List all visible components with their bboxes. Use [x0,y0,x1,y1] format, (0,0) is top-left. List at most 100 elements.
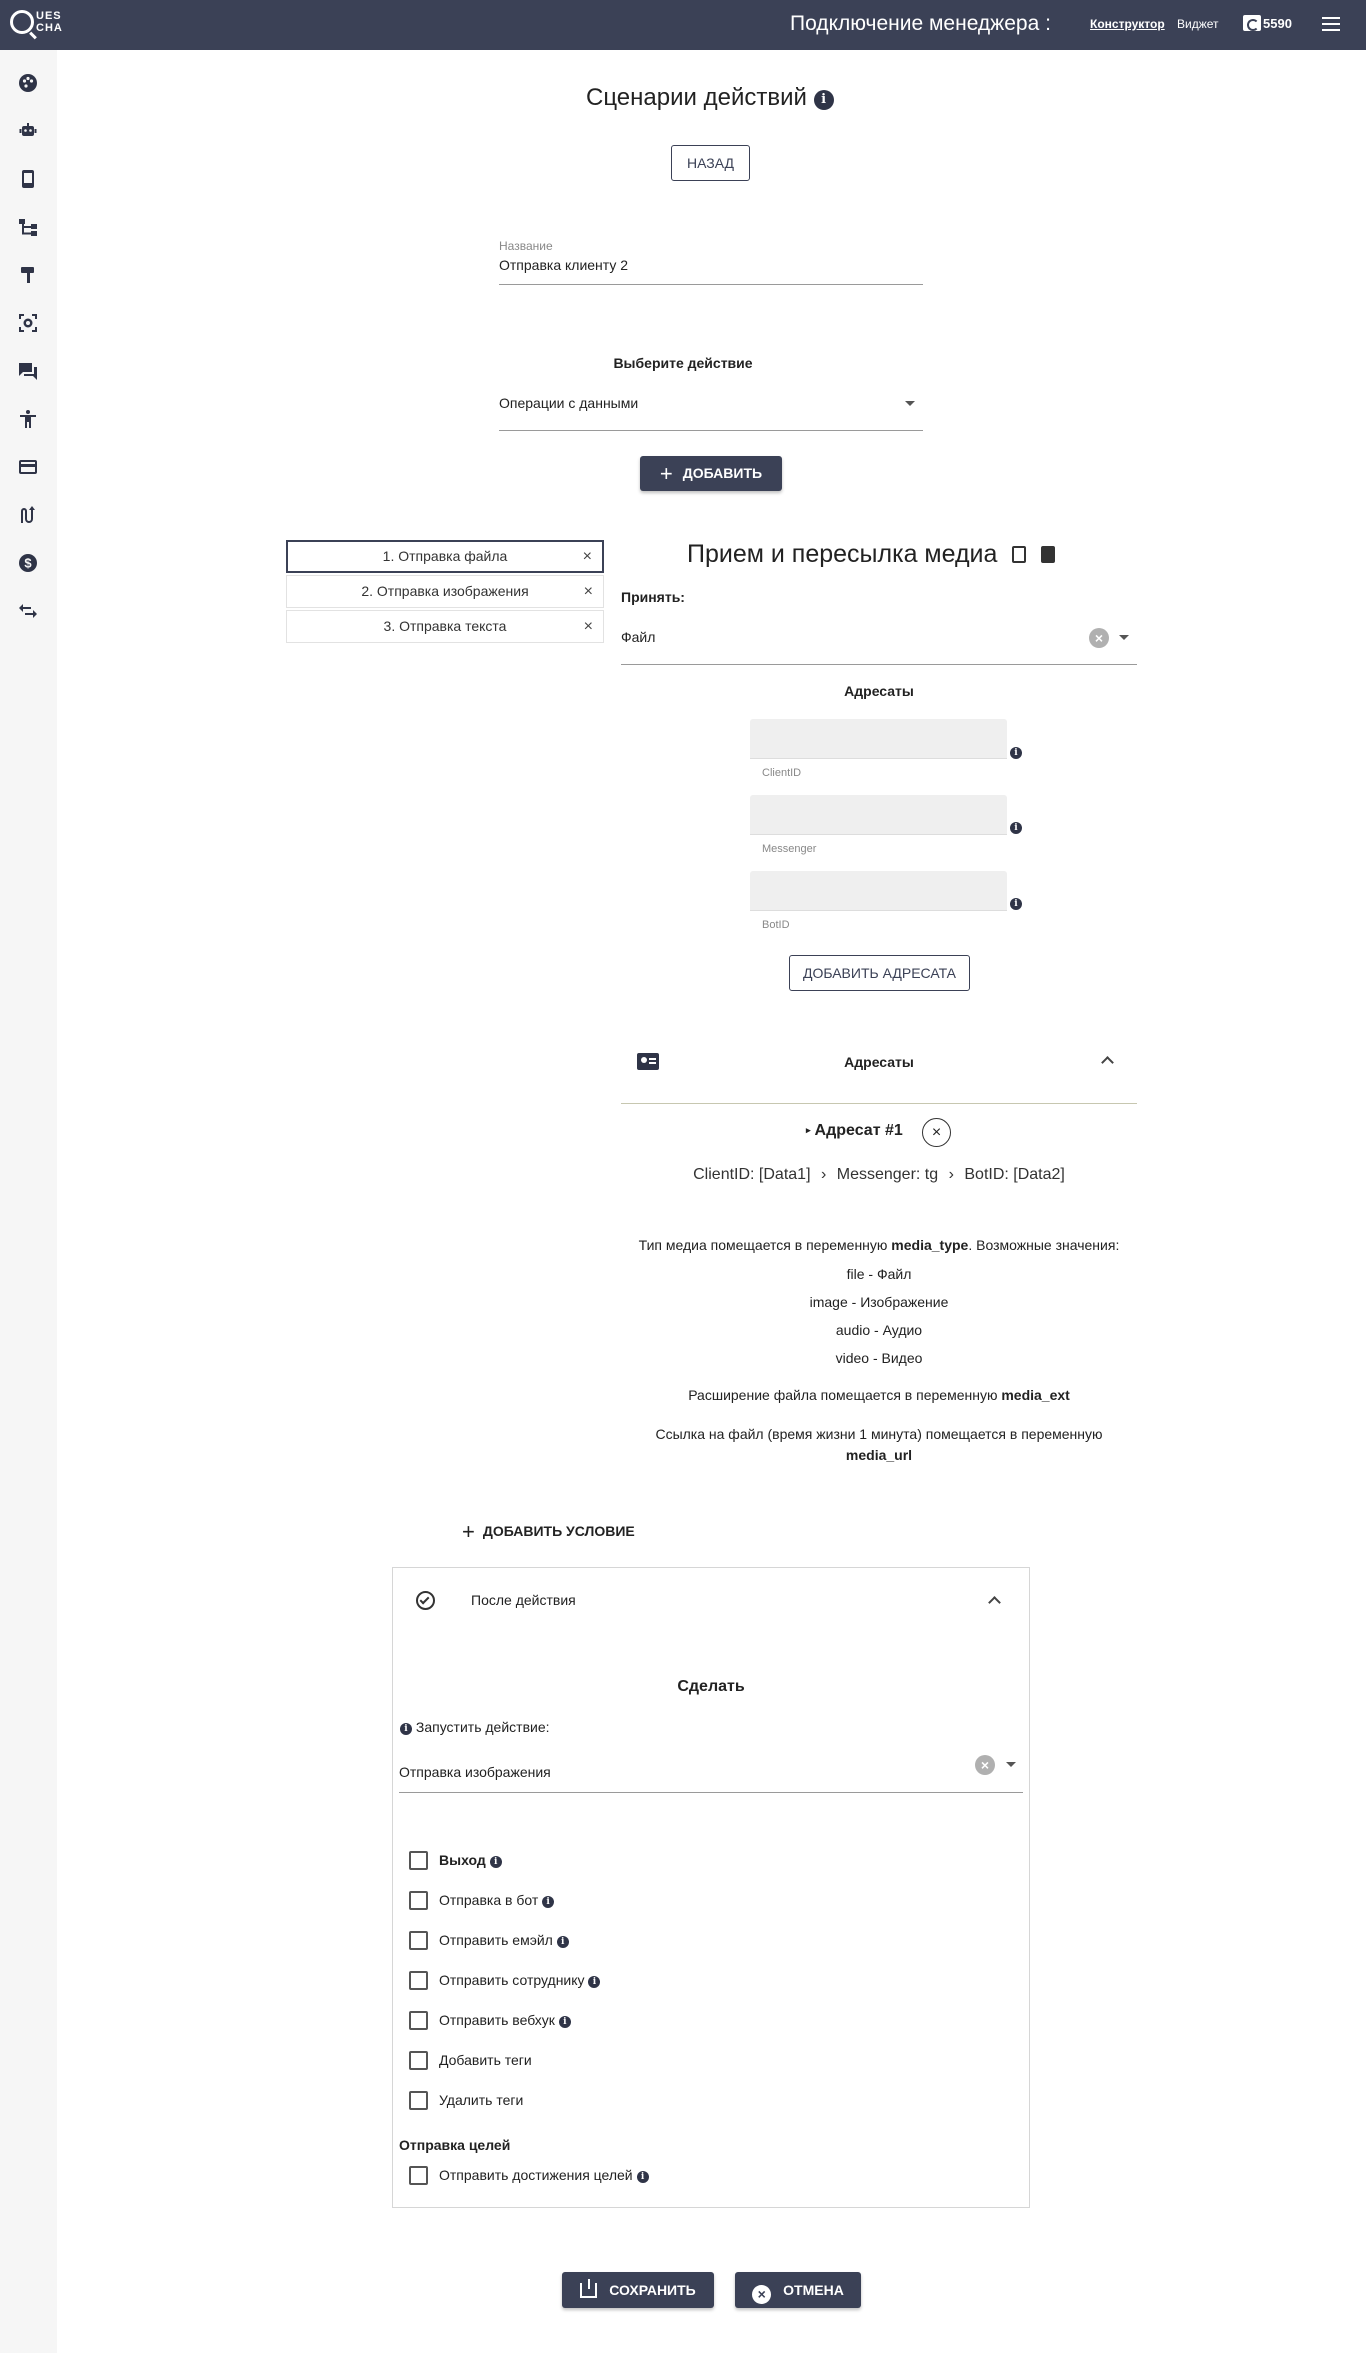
checkbox[interactable] [409,1891,428,1910]
messenger-label: Messenger [762,843,817,855]
checkbox[interactable] [409,2166,428,2185]
name-field-underline [499,284,923,285]
credit-card-icon[interactable] [18,457,38,477]
checkbox-exit[interactable]: Выход i [409,1851,502,1873]
balance[interactable]: 5590 [1243,15,1292,31]
brush-icon[interactable] [18,265,38,285]
step-item[interactable]: 3. Отправка текста × [286,610,604,643]
bot-id-input[interactable] [750,871,1007,911]
step-label: 2. Отправка изображения [361,583,529,599]
step-label: 3. Отправка текста [383,618,507,634]
checkbox-remove-tags[interactable]: Удалить теги [409,2091,523,2113]
choose-action-title: Выберите действие [613,355,753,371]
checkbox-label: Отправить вебхук [439,2012,555,2028]
page-title: Сценарии действий i [586,84,834,112]
info-icon[interactable]: i [558,2016,571,2028]
checkbox[interactable] [409,1931,428,1950]
close-icon[interactable]: × [584,576,593,607]
sidebar: $ [0,50,57,2353]
media-value-key: video [835,1350,870,1366]
logo-text-1: UES [36,10,62,22]
mobile-icon[interactable] [18,169,38,189]
media-value-item: audio - Аудио [621,1322,1137,1338]
info-icon[interactable]: i [588,1976,601,1988]
media-value-label: - Видео [869,1350,923,1366]
balance-value: 5590 [1263,16,1292,31]
checkbox-send-goals[interactable]: Отправить достижения целей i [409,2166,649,2188]
route-icon[interactable] [18,505,38,525]
chevron-right-icon: › [820,1166,827,1183]
hierarchy-icon[interactable] [18,217,38,237]
checkbox-label: Отправка в бот [439,1892,539,1908]
clear-icon[interactable]: × [975,1755,995,1775]
remove-recipient-icon[interactable]: × [922,1118,951,1147]
checkbox-send-to-bot[interactable]: Отправка в бот i [409,1891,555,1913]
chevron-down-icon[interactable] [1006,1762,1016,1767]
swap-icon[interactable] [18,601,38,621]
close-icon[interactable]: × [583,542,592,571]
info-icon[interactable]: i [636,2171,649,2183]
media-value-key: file [846,1266,865,1282]
cancel-button[interactable]: × ОТМЕНА [735,2272,861,2308]
constructor-link[interactable]: Конструктор [1090,17,1165,31]
checkbox-send-email[interactable]: Отправить емэйл i [409,1931,569,1953]
camera-frame-icon[interactable] [18,313,38,333]
info-icon[interactable]: i [400,1723,412,1735]
add-recipient-button[interactable]: ДОБАВИТЬ АДРЕСАТА [789,955,970,991]
info-icon[interactable]: i [1010,822,1022,834]
checkbox[interactable] [409,2011,428,2030]
chevron-down-icon[interactable] [1119,635,1129,640]
copy-icon[interactable] [1012,546,1027,563]
checkbox-send-webhook[interactable]: Отправить вебхук i [409,2011,571,2033]
recipient-item[interactable]: ▸ Адресат #1 [806,1122,903,1140]
media-type-var: media_type [891,1237,969,1253]
messenger-input[interactable] [750,795,1007,835]
checkbox[interactable] [409,1851,428,1870]
step-item[interactable]: 1. Отправка файла × [286,540,604,573]
checkbox[interactable] [409,1971,428,1990]
checkbox-add-tags[interactable]: Добавить теги [409,2051,532,2073]
clear-icon[interactable]: × [1089,628,1109,648]
run-action-select[interactable]: Отправка изображения [399,1764,551,1780]
save-button[interactable]: СОХРАНИТЬ [562,2272,714,2308]
after-action-title[interactable]: После действия [471,1592,576,1608]
media-section-title: Прием и пересылка медиа [687,540,1056,569]
palette-icon[interactable] [18,73,38,93]
hamburger-menu-icon[interactable] [1322,17,1340,31]
robot-icon[interactable] [18,121,38,141]
accept-select[interactable]: Файл [621,629,655,645]
paste-icon[interactable] [1041,546,1056,563]
client-id-input[interactable] [750,719,1007,759]
plus-icon: + [659,461,673,486]
step-item[interactable]: 2. Отправка изображения × [286,575,604,608]
media-url-info: Ссылка на файл (время жизни 1 минута) по… [621,1424,1137,1466]
logo[interactable]: UES CHA [10,4,70,46]
back-button[interactable]: НАЗАД [671,145,750,181]
checkbox-label: Удалить теги [439,2092,524,2108]
info-icon[interactable]: i [1010,747,1022,759]
add-condition-label: ДОБАВИТЬ УСЛОВИЕ [482,1523,635,1539]
dollar-icon[interactable]: $ [18,553,38,573]
close-icon[interactable]: × [584,611,593,642]
info-icon[interactable]: i [542,1896,555,1908]
chevron-down-icon[interactable] [905,401,915,406]
info-icon[interactable]: i [1010,898,1022,910]
checkbox[interactable] [409,2051,428,2070]
recipient-breadcrumb: ClientID: [Data1] › Messenger: tg › BotI… [621,1166,1137,1184]
save-label: СОХРАНИТЬ [609,2282,696,2298]
info-icon[interactable]: i [489,1856,502,1868]
checkbox-send-to-employee[interactable]: Отправить сотруднику i [409,1971,601,1993]
caret-right-icon: ▸ [806,1125,811,1135]
media-value-key: image [809,1294,848,1310]
accessibility-icon[interactable] [18,409,38,429]
recipients-panel-header[interactable]: Адресаты [621,1032,1137,1104]
action-select[interactable]: Операции с данными [499,395,638,411]
widget-link[interactable]: Виджет [1177,17,1219,31]
name-field[interactable]: Отправка клиенту 2 [499,257,628,273]
add-action-button[interactable]: + ДОБАВИТЬ [640,456,782,491]
info-icon[interactable]: i [813,90,834,110]
add-condition-button[interactable]: + ДОБАВИТЬ УСЛОВИЕ [462,1519,635,1545]
chevron-right-icon: › [948,1166,954,1183]
checkbox[interactable] [409,2091,428,2110]
info-icon[interactable]: i [556,1936,569,1948]
